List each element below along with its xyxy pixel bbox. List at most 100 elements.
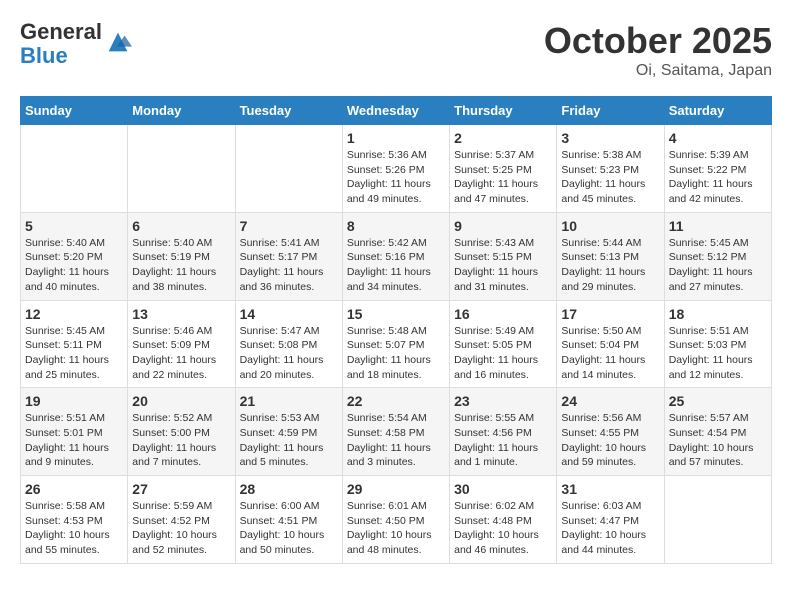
calendar-cell: 13 Sunrise: 5:46 AMSunset: 5:09 PMDayligh… [128, 300, 235, 388]
day-number: 2 [454, 130, 552, 146]
calendar-cell: 27 Sunrise: 5:59 AMSunset: 4:52 PMDayligh… [128, 476, 235, 564]
day-info: Sunrise: 5:45 AMSunset: 5:12 PMDaylight:… [669, 236, 767, 295]
day-info: Sunrise: 5:39 AMSunset: 5:22 PMDaylight:… [669, 148, 767, 207]
day-info: Sunrise: 5:48 AMSunset: 5:07 PMDaylight:… [347, 324, 445, 383]
day-info: Sunrise: 5:56 AMSunset: 4:55 PMDaylight:… [561, 411, 659, 470]
day-info: Sunrise: 5:41 AMSunset: 5:17 PMDaylight:… [240, 236, 338, 295]
day-info: Sunrise: 5:57 AMSunset: 4:54 PMDaylight:… [669, 411, 767, 470]
week-row-3: 12Sunrise: 5:45 AMSunset: 5:11 PMDayligh… [21, 300, 772, 388]
day-number: 31 [561, 481, 659, 497]
day-info: Sunrise: 5:37 AMSunset: 5:25 PMDaylight:… [454, 148, 552, 207]
calendar-cell: 22 Sunrise: 5:54 AMSunset: 4:58 PMDayligh… [342, 388, 449, 476]
calendar-cell: 14 Sunrise: 5:47 AMSunset: 5:08 PMDayligh… [235, 300, 342, 388]
day-number: 4 [669, 130, 767, 146]
calendar-cell: 5Sunrise: 5:40 AMSunset: 5:20 PMDaylight… [21, 212, 128, 300]
logo-blue: Blue [20, 43, 68, 68]
week-row-4: 19 Sunrise: 5:51 AMSunset: 5:01 PMDayligh… [21, 388, 772, 476]
day-info: Sunrise: 5:46 AMSunset: 5:09 PMDaylight:… [132, 324, 230, 383]
day-number: 18 [669, 306, 767, 322]
day-number: 13 [132, 306, 230, 322]
calendar-cell: 4 Sunrise: 5:39 AMSunset: 5:22 PMDaylight… [664, 125, 771, 213]
day-number: 27 [132, 481, 230, 497]
calendar-cell [128, 125, 235, 213]
day-info: Sunrise: 5:55 AMSunset: 4:56 PMDaylight:… [454, 411, 552, 470]
day-info: Sunrise: 5:51 AMSunset: 5:03 PMDaylight:… [669, 324, 767, 383]
header-saturday: Saturday [664, 97, 771, 125]
day-info: Sunrise: 5:59 AMSunset: 4:52 PMDaylight:… [132, 499, 230, 558]
calendar-cell: 29Sunrise: 6:01 AMSunset: 4:50 PMDayligh… [342, 476, 449, 564]
day-number: 28 [240, 481, 338, 497]
header-tuesday: Tuesday [235, 97, 342, 125]
day-info: Sunrise: 5:40 AMSunset: 5:19 PMDaylight:… [132, 236, 230, 295]
calendar-cell: 26Sunrise: 5:58 AMSunset: 4:53 PMDayligh… [21, 476, 128, 564]
calendar-cell [235, 125, 342, 213]
calendar-cell: 20Sunrise: 5:52 AMSunset: 5:00 PMDayligh… [128, 388, 235, 476]
day-number: 6 [132, 218, 230, 234]
day-info: Sunrise: 5:58 AMSunset: 4:53 PMDaylight:… [25, 499, 123, 558]
day-info: Sunrise: 5:43 AMSunset: 5:15 PMDaylight:… [454, 236, 552, 295]
day-info: Sunrise: 5:51 AMSunset: 5:01 PMDaylight:… [25, 411, 123, 470]
day-number: 16 [454, 306, 552, 322]
day-info: Sunrise: 5:38 AMSunset: 5:23 PMDaylight:… [561, 148, 659, 207]
week-row-2: 5Sunrise: 5:40 AMSunset: 5:20 PMDaylight… [21, 212, 772, 300]
day-info: Sunrise: 5:44 AMSunset: 5:13 PMDaylight:… [561, 236, 659, 295]
day-info: Sunrise: 5:42 AMSunset: 5:16 PMDaylight:… [347, 236, 445, 295]
calendar-cell: 21 Sunrise: 5:53 AMSunset: 4:59 PMDayligh… [235, 388, 342, 476]
calendar-cell: 7 Sunrise: 5:41 AMSunset: 5:17 PMDaylight… [235, 212, 342, 300]
day-number: 21 [240, 393, 338, 409]
day-number: 30 [454, 481, 552, 497]
logo: General Blue [20, 20, 132, 68]
calendar-cell: 18 Sunrise: 5:51 AMSunset: 5:03 PMDayligh… [664, 300, 771, 388]
day-number: 1 [347, 130, 445, 146]
month-title: October 2025 [544, 20, 772, 62]
week-row-1: 1 Sunrise: 5:36 AMSunset: 5:26 PMDaylight… [21, 125, 772, 213]
calendar-cell [21, 125, 128, 213]
calendar-cell: 30Sunrise: 6:02 AMSunset: 4:48 PMDayligh… [450, 476, 557, 564]
day-number: 3 [561, 130, 659, 146]
day-info: Sunrise: 6:03 AMSunset: 4:47 PMDaylight:… [561, 499, 659, 558]
title-section: October 2025 Oi, Saitama, Japan [544, 20, 772, 80]
calendar-cell: 11 Sunrise: 5:45 AMSunset: 5:12 PMDayligh… [664, 212, 771, 300]
day-info: Sunrise: 5:49 AMSunset: 5:05 PMDaylight:… [454, 324, 552, 383]
day-number: 10 [561, 218, 659, 234]
day-info: Sunrise: 5:36 AMSunset: 5:26 PMDaylight:… [347, 148, 445, 207]
day-info: Sunrise: 6:00 AMSunset: 4:51 PMDaylight:… [240, 499, 338, 558]
calendar-cell: 12Sunrise: 5:45 AMSunset: 5:11 PMDayligh… [21, 300, 128, 388]
calendar-cell: 15 Sunrise: 5:48 AMSunset: 5:07 PMDayligh… [342, 300, 449, 388]
calendar-cell: 17 Sunrise: 5:50 AMSunset: 5:04 PMDayligh… [557, 300, 664, 388]
calendar-header-row: SundayMondayTuesdayWednesdayThursdayFrid… [21, 97, 772, 125]
day-info: Sunrise: 5:54 AMSunset: 4:58 PMDaylight:… [347, 411, 445, 470]
header-wednesday: Wednesday [342, 97, 449, 125]
day-number: 12 [25, 306, 123, 322]
day-number: 11 [669, 218, 767, 234]
day-number: 25 [669, 393, 767, 409]
day-number: 14 [240, 306, 338, 322]
page-header: General Blue October 2025 Oi, Saitama, J… [20, 20, 772, 80]
header-friday: Friday [557, 97, 664, 125]
day-number: 22 [347, 393, 445, 409]
day-number: 15 [347, 306, 445, 322]
calendar-cell: 16 Sunrise: 5:49 AMSunset: 5:05 PMDayligh… [450, 300, 557, 388]
day-number: 24 [561, 393, 659, 409]
day-number: 7 [240, 218, 338, 234]
logo-general: General [20, 19, 102, 44]
day-info: Sunrise: 5:47 AMSunset: 5:08 PMDaylight:… [240, 324, 338, 383]
day-info: Sunrise: 5:50 AMSunset: 5:04 PMDaylight:… [561, 324, 659, 383]
day-info: Sunrise: 6:01 AMSunset: 4:50 PMDaylight:… [347, 499, 445, 558]
calendar-cell: 28 Sunrise: 6:00 AMSunset: 4:51 PMDayligh… [235, 476, 342, 564]
week-row-5: 26Sunrise: 5:58 AMSunset: 4:53 PMDayligh… [21, 476, 772, 564]
day-number: 19 [25, 393, 123, 409]
calendar-cell: 8Sunrise: 5:42 AMSunset: 5:16 PMDaylight… [342, 212, 449, 300]
logo-icon [104, 28, 132, 56]
day-info: Sunrise: 5:53 AMSunset: 4:59 PMDaylight:… [240, 411, 338, 470]
calendar-cell: 3 Sunrise: 5:38 AMSunset: 5:23 PMDaylight… [557, 125, 664, 213]
location-title: Oi, Saitama, Japan [544, 62, 772, 80]
calendar-cell: 24 Sunrise: 5:56 AMSunset: 4:55 PMDayligh… [557, 388, 664, 476]
header-monday: Monday [128, 97, 235, 125]
day-number: 17 [561, 306, 659, 322]
calendar-cell: 9Sunrise: 5:43 AMSunset: 5:15 PMDaylight… [450, 212, 557, 300]
logo-text: General Blue [20, 20, 102, 68]
calendar-cell: 1 Sunrise: 5:36 AMSunset: 5:26 PMDaylight… [342, 125, 449, 213]
day-info: Sunrise: 5:40 AMSunset: 5:20 PMDaylight:… [25, 236, 123, 295]
calendar-cell: 23Sunrise: 5:55 AMSunset: 4:56 PMDayligh… [450, 388, 557, 476]
